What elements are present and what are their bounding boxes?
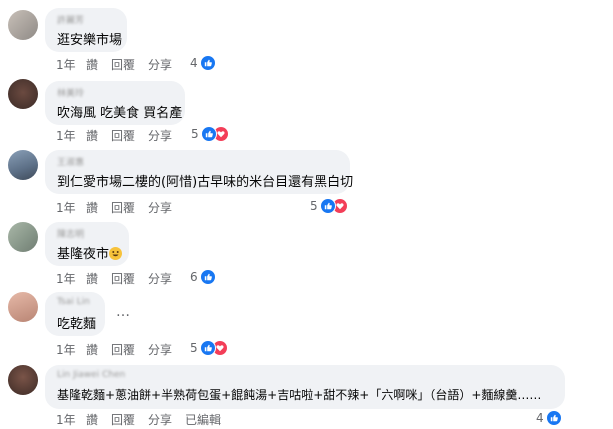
like-button[interactable]: 讚 bbox=[86, 127, 98, 144]
reaction-summary[interactable]: 5 bbox=[310, 198, 348, 214]
avatar[interactable] bbox=[8, 222, 38, 252]
like-button[interactable]: 讚 bbox=[86, 411, 98, 428]
avatar[interactable] bbox=[8, 292, 38, 322]
edited-label[interactable]: 已編輯 bbox=[185, 411, 221, 428]
share-button[interactable]: 分享 bbox=[148, 199, 172, 216]
reply-button[interactable]: 回覆 bbox=[111, 56, 135, 73]
thumbs-up-icon bbox=[199, 55, 216, 71]
avatar[interactable] bbox=[8, 150, 38, 180]
share-button[interactable]: 分享 bbox=[148, 270, 172, 287]
reaction-count: 6 bbox=[190, 270, 198, 284]
comment-text: 基隆乾麵+蔥油餅+半熟荷包蛋+餛飩湯+吉咕啦+甜不辣+「六啊咪」（台語）+麵線羹… bbox=[57, 388, 542, 402]
like-button[interactable]: 讚 bbox=[86, 341, 98, 358]
timestamp[interactable]: 1年 bbox=[56, 199, 76, 216]
reaction-summary[interactable]: 6 bbox=[190, 269, 216, 285]
thumbs-up-icon bbox=[200, 126, 217, 142]
reaction-summary[interactable]: 4 bbox=[536, 410, 562, 426]
like-button[interactable]: 讚 bbox=[86, 270, 98, 287]
timestamp[interactable]: 1年 bbox=[56, 270, 76, 287]
avatar[interactable] bbox=[8, 365, 38, 395]
share-button[interactable]: 分享 bbox=[148, 56, 172, 73]
reaction-count: 4 bbox=[190, 56, 198, 70]
reply-button[interactable]: 回覆 bbox=[111, 270, 135, 287]
timestamp[interactable]: 1年 bbox=[56, 341, 76, 358]
timestamp[interactable]: 1年 bbox=[56, 127, 76, 144]
commenter-name[interactable]: 王淑惠 bbox=[57, 155, 84, 168]
like-button[interactable]: 讚 bbox=[86, 199, 98, 216]
avatar[interactable] bbox=[8, 10, 38, 40]
share-button[interactable]: 分享 bbox=[148, 411, 172, 428]
timestamp[interactable]: 1年 bbox=[56, 411, 76, 428]
thumbs-up-icon bbox=[199, 269, 216, 285]
share-button[interactable]: 分享 bbox=[148, 341, 172, 358]
comment-text-value: 基隆夜市 bbox=[57, 247, 110, 262]
like-button[interactable]: 讚 bbox=[86, 56, 98, 73]
thumbs-up-icon bbox=[319, 198, 336, 214]
reply-button[interactable]: 回覆 bbox=[111, 199, 135, 216]
commenter-name[interactable]: 陳志明 bbox=[57, 227, 84, 240]
more-options-button[interactable]: … bbox=[116, 304, 131, 320]
grinning-face-emoji bbox=[109, 247, 123, 260]
commenter-name[interactable]: Lin Jiawei Chen bbox=[57, 370, 125, 380]
commenter-name[interactable]: 林美玲 bbox=[57, 86, 84, 99]
reaction-summary[interactable]: 4 bbox=[190, 55, 216, 71]
comment-bubble: 王淑惠 到仁愛市場二樓的(阿惜)古早味的米台目還有黑白切 bbox=[45, 150, 354, 194]
comment-text: 基隆夜市 bbox=[57, 243, 123, 262]
thumbs-up-icon bbox=[545, 410, 562, 426]
reply-button[interactable]: 回覆 bbox=[111, 341, 135, 358]
timestamp[interactable]: 1年 bbox=[56, 56, 76, 73]
share-button[interactable]: 分享 bbox=[148, 127, 172, 144]
commenter-name[interactable]: 許麗芳 bbox=[57, 13, 84, 26]
reaction-count: 5 bbox=[191, 127, 199, 141]
reply-button[interactable]: 回覆 bbox=[111, 127, 135, 144]
comment-bubble: Tsai Lin 吃乾麵 bbox=[45, 292, 105, 336]
comment-bubble: 許麗芳 逛安樂市場 bbox=[45, 8, 127, 52]
comment-text: 吹海風 吃美食 買名產 bbox=[57, 106, 183, 121]
avatar[interactable] bbox=[8, 79, 38, 109]
comment-text: 逛安樂市場 bbox=[57, 33, 123, 48]
reaction-count: 5 bbox=[190, 341, 198, 355]
comment-bubble: 陳志明 基隆夜市 bbox=[45, 222, 129, 266]
reaction-count: 4 bbox=[536, 411, 544, 425]
reaction-summary[interactable]: 5 bbox=[190, 340, 228, 356]
comment-bubble: Lin Jiawei Chen 基隆乾麵+蔥油餅+半熟荷包蛋+餛飩湯+吉咕啦+甜… bbox=[45, 365, 565, 409]
reply-button[interactable]: 回覆 bbox=[111, 411, 135, 428]
reaction-count: 5 bbox=[310, 199, 318, 213]
comment-bubble: 林美玲 吹海風 吃美食 買名產 bbox=[45, 81, 185, 125]
thumbs-up-icon bbox=[199, 340, 216, 356]
commenter-name[interactable]: Tsai Lin bbox=[57, 297, 90, 307]
comment-text: 吃乾麵 bbox=[57, 317, 97, 332]
comment-text: 到仁愛市場二樓的(阿惜)古早味的米台目還有黑白切 bbox=[57, 175, 354, 190]
reaction-summary[interactable]: 5 bbox=[191, 126, 229, 142]
